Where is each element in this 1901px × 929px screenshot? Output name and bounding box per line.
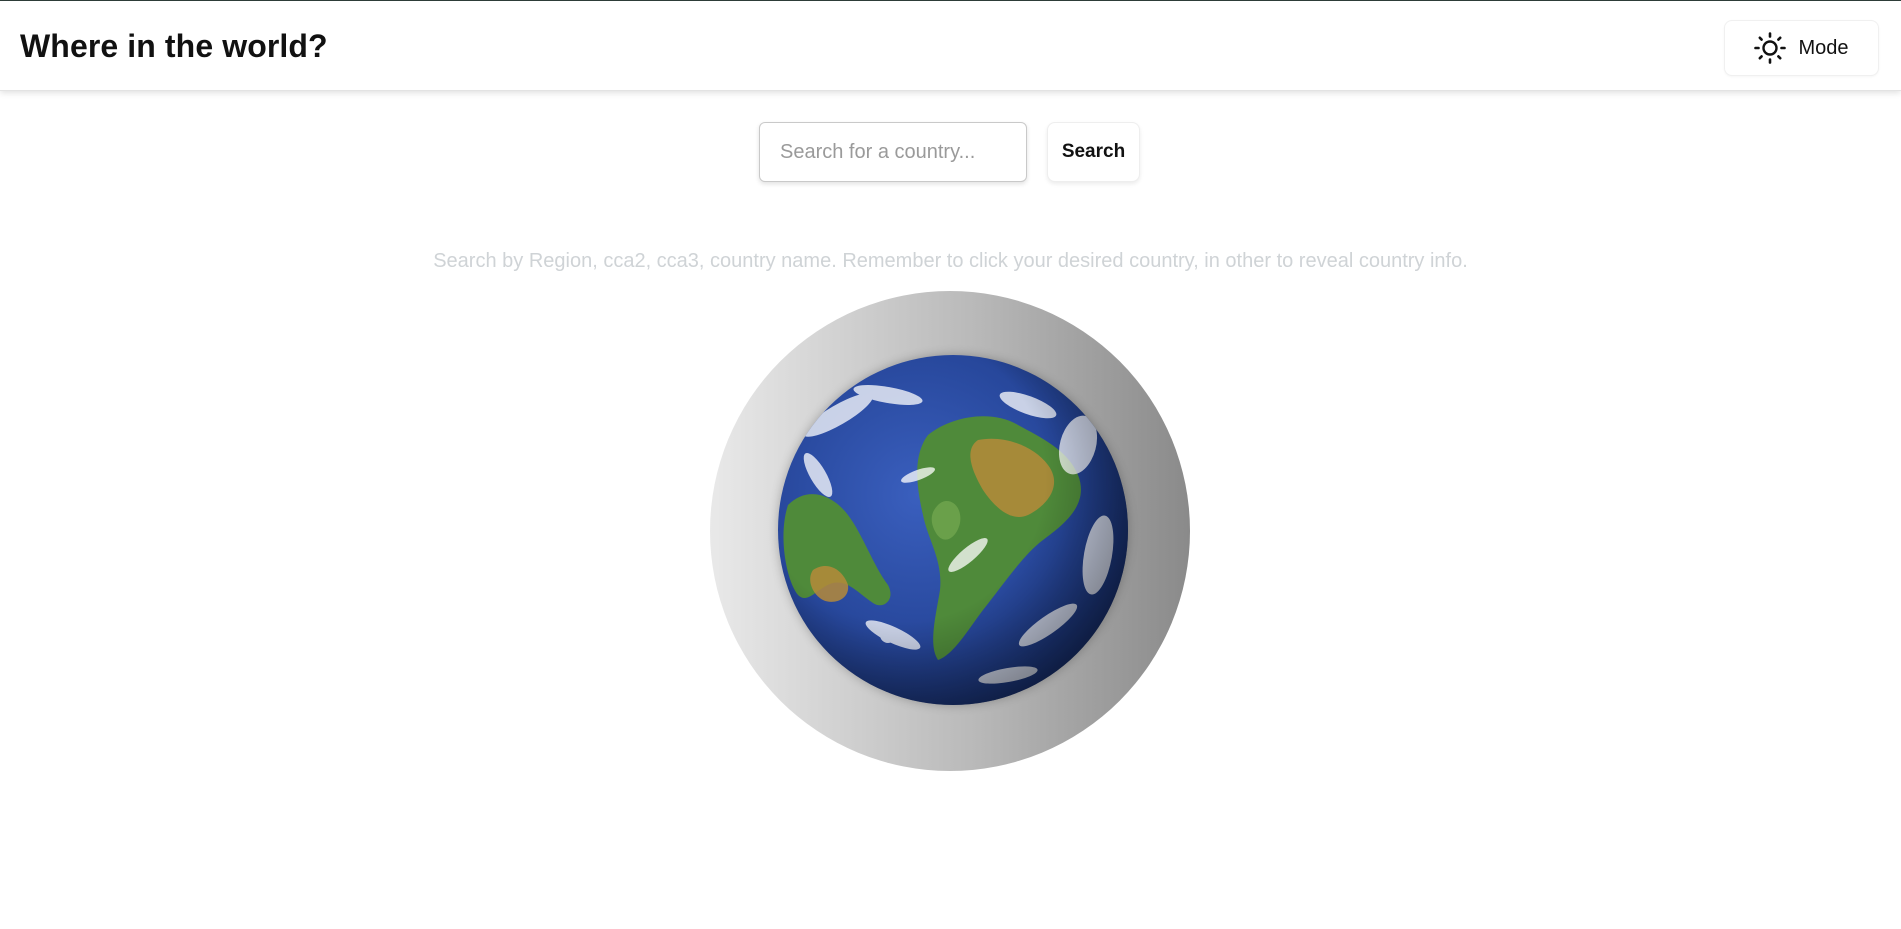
mode-label: Mode (1798, 36, 1849, 59)
app-header: Where in the world? Mode (0, 1, 1901, 91)
country-search-input[interactable] (759, 122, 1027, 182)
search-hint: Search by Region, cca2, cca3, country na… (433, 250, 1468, 272)
search-button[interactable]: Search (1047, 122, 1140, 182)
app-title: Where in the world? (20, 28, 328, 64)
globe-illustration (710, 291, 1190, 771)
theme-mode-button[interactable]: Mode (1724, 20, 1879, 76)
earth-image (778, 355, 1128, 705)
sun-icon (1754, 32, 1787, 64)
